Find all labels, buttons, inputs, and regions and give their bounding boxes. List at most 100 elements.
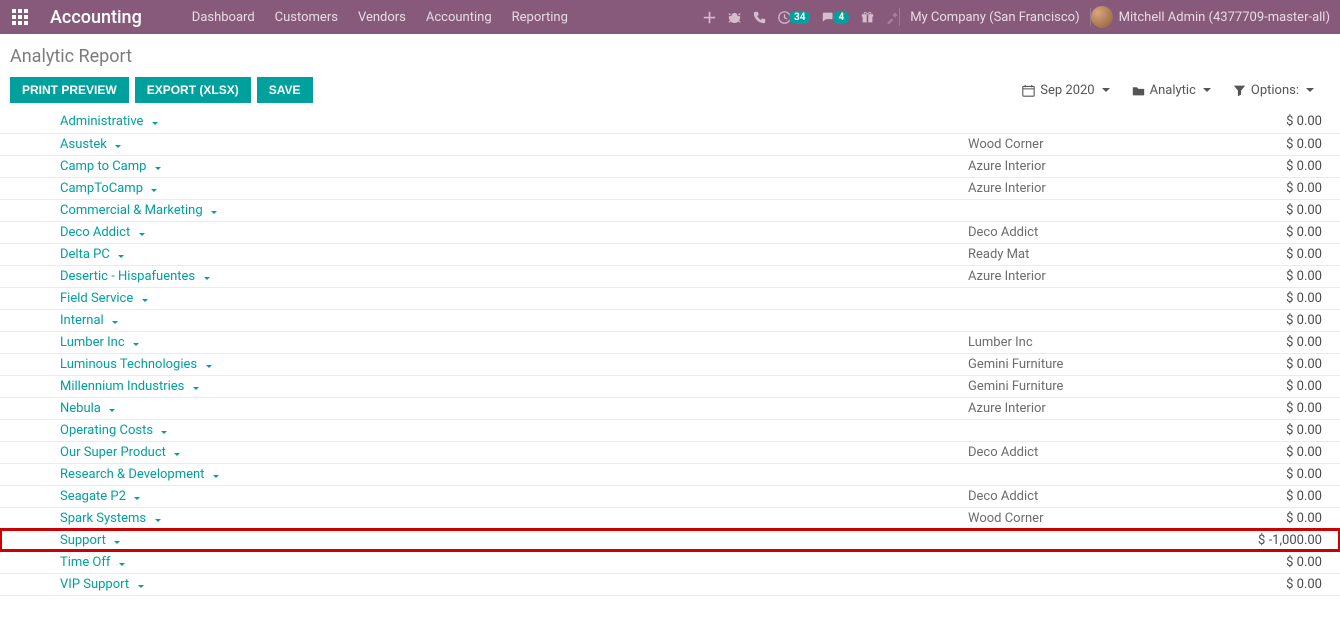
account-link[interactable]: VIP Support [60,577,129,592]
caret-down-icon[interactable] [134,497,140,500]
chat-badge: 4 [833,11,849,24]
account-link[interactable]: Support [60,533,106,548]
table-row: Time Off $ 0.00 [0,551,1340,573]
caret-down-icon[interactable] [114,541,120,544]
caret-down-icon[interactable] [204,277,210,280]
partner-cell: Azure Interior [960,177,1240,199]
table-row: Asustek Wood Corner$ 0.00 [0,133,1340,155]
caret-down-icon[interactable] [193,387,199,390]
folder-icon [1132,84,1145,97]
table-row: Commercial & Marketing $ 0.00 [0,199,1340,221]
partner-cell [960,463,1240,485]
table-row: Administrative $ 0.00 [0,111,1340,133]
caret-down-icon[interactable] [155,519,161,522]
account-link[interactable]: Time Off [60,555,110,570]
amount-cell: $ 0.00 [1240,221,1340,243]
account-link[interactable]: Internal [60,313,104,328]
caret-down-icon[interactable] [142,299,148,302]
account-link[interactable]: Desertic - Hispafuentes [60,269,195,284]
account-link[interactable]: Nebula [60,401,101,416]
grid-icon [12,9,28,25]
account-link[interactable]: Luminous Technologies [60,357,197,372]
account-link[interactable]: Camp to Camp [60,159,146,174]
export-xlsx-button[interactable]: EXPORT (XLSX) [135,77,251,103]
print-preview-button[interactable]: PRINT PREVIEW [10,77,129,103]
amount-cell: $ -1,000.00 [1240,529,1340,551]
caret-down-icon[interactable] [119,563,125,566]
tools-icon[interactable] [886,11,899,24]
avatar-icon [1091,6,1113,28]
report-body: Administrative $ 0.00Asustek Wood Corner… [0,111,1340,595]
chat-icon[interactable]: 4 [822,11,849,24]
partner-cell [960,199,1240,221]
caret-down-icon[interactable] [112,321,118,324]
amount-cell: $ 0.00 [1240,507,1340,529]
phone-icon[interactable] [753,11,766,24]
table-row: Desertic - Hispafuentes Azure Interior$ … [0,265,1340,287]
apps-menu-icon[interactable] [0,0,40,34]
account-link[interactable]: CampToCamp [60,181,143,196]
caret-down-icon[interactable] [155,167,161,170]
app-brand[interactable]: Accounting [50,7,142,28]
main-menu: DashboardCustomersVendorsAccountingRepor… [182,0,578,34]
user-menu[interactable]: Mitchell Admin (4377709-master-all) [1091,6,1330,28]
account-link[interactable]: Operating Costs [60,423,153,438]
account-link[interactable]: Spark Systems [60,511,146,526]
amount-cell: $ 0.00 [1240,243,1340,265]
caret-down-icon[interactable] [174,453,180,456]
table-row: Luminous Technologies Gemini Furniture$ … [0,353,1340,375]
funnel-icon [1233,84,1246,97]
menu-item-customers[interactable]: Customers [265,0,348,34]
caret-down-icon[interactable] [139,233,145,236]
account-link[interactable]: Administrative [60,114,143,129]
amount-cell: $ 0.00 [1240,573,1340,595]
account-link[interactable]: Delta PC [60,247,110,262]
date-filter[interactable]: Sep 2020 [1022,83,1109,98]
table-row: Seagate P2 Deco Addict$ 0.00 [0,485,1340,507]
bug-icon[interactable] [728,11,741,24]
partner-cell [960,551,1240,573]
partner-cell: Azure Interior [960,265,1240,287]
caret-down-icon[interactable] [138,585,144,588]
account-link[interactable]: Commercial & Marketing [60,203,203,218]
menu-item-vendors[interactable]: Vendors [348,0,416,34]
account-link[interactable]: Field Service [60,291,133,306]
company-switcher[interactable]: My Company (San Francisco) [910,10,1079,25]
partner-cell [960,111,1240,133]
menu-item-accounting[interactable]: Accounting [416,0,502,34]
partner-cell [960,529,1240,551]
amount-cell: $ 0.00 [1240,353,1340,375]
partner-cell [960,573,1240,595]
systray: 34 4 [703,11,899,24]
caret-down-icon[interactable] [213,475,219,478]
table-row: Operating Costs $ 0.00 [0,419,1340,441]
caret-down-icon [1203,88,1211,92]
account-link[interactable]: Asustek [60,137,107,152]
account-link[interactable]: Research & Development [60,467,204,482]
caret-down-icon[interactable] [133,343,139,346]
amount-cell: $ 0.00 [1240,287,1340,309]
plus-icon[interactable] [703,11,716,24]
caret-down-icon[interactable] [206,365,212,368]
account-link[interactable]: Millennium Industries [60,379,184,394]
menu-item-dashboard[interactable]: Dashboard [182,0,265,34]
save-button[interactable]: SAVE [257,77,313,103]
caret-down-icon[interactable] [118,255,124,258]
caret-down-icon[interactable] [109,409,115,412]
account-link[interactable]: Our Super Product [60,445,166,460]
account-link[interactable]: Lumber Inc [60,335,125,350]
menu-item-reporting[interactable]: Reporting [502,0,578,34]
caret-down-icon[interactable] [115,145,121,148]
partner-cell [960,419,1240,441]
account-link[interactable]: Seagate P2 [60,489,126,504]
amount-cell: $ 0.00 [1240,375,1340,397]
gift-icon[interactable] [861,11,874,24]
caret-down-icon[interactable] [151,189,157,192]
account-link[interactable]: Deco Addict [60,225,130,240]
activity-icon[interactable]: 34 [778,11,810,24]
caret-down-icon[interactable] [211,211,217,214]
analytic-filter[interactable]: Analytic [1132,83,1211,98]
caret-down-icon[interactable] [161,431,167,434]
options-filter[interactable]: Options: [1233,83,1314,98]
caret-down-icon[interactable] [152,122,158,125]
